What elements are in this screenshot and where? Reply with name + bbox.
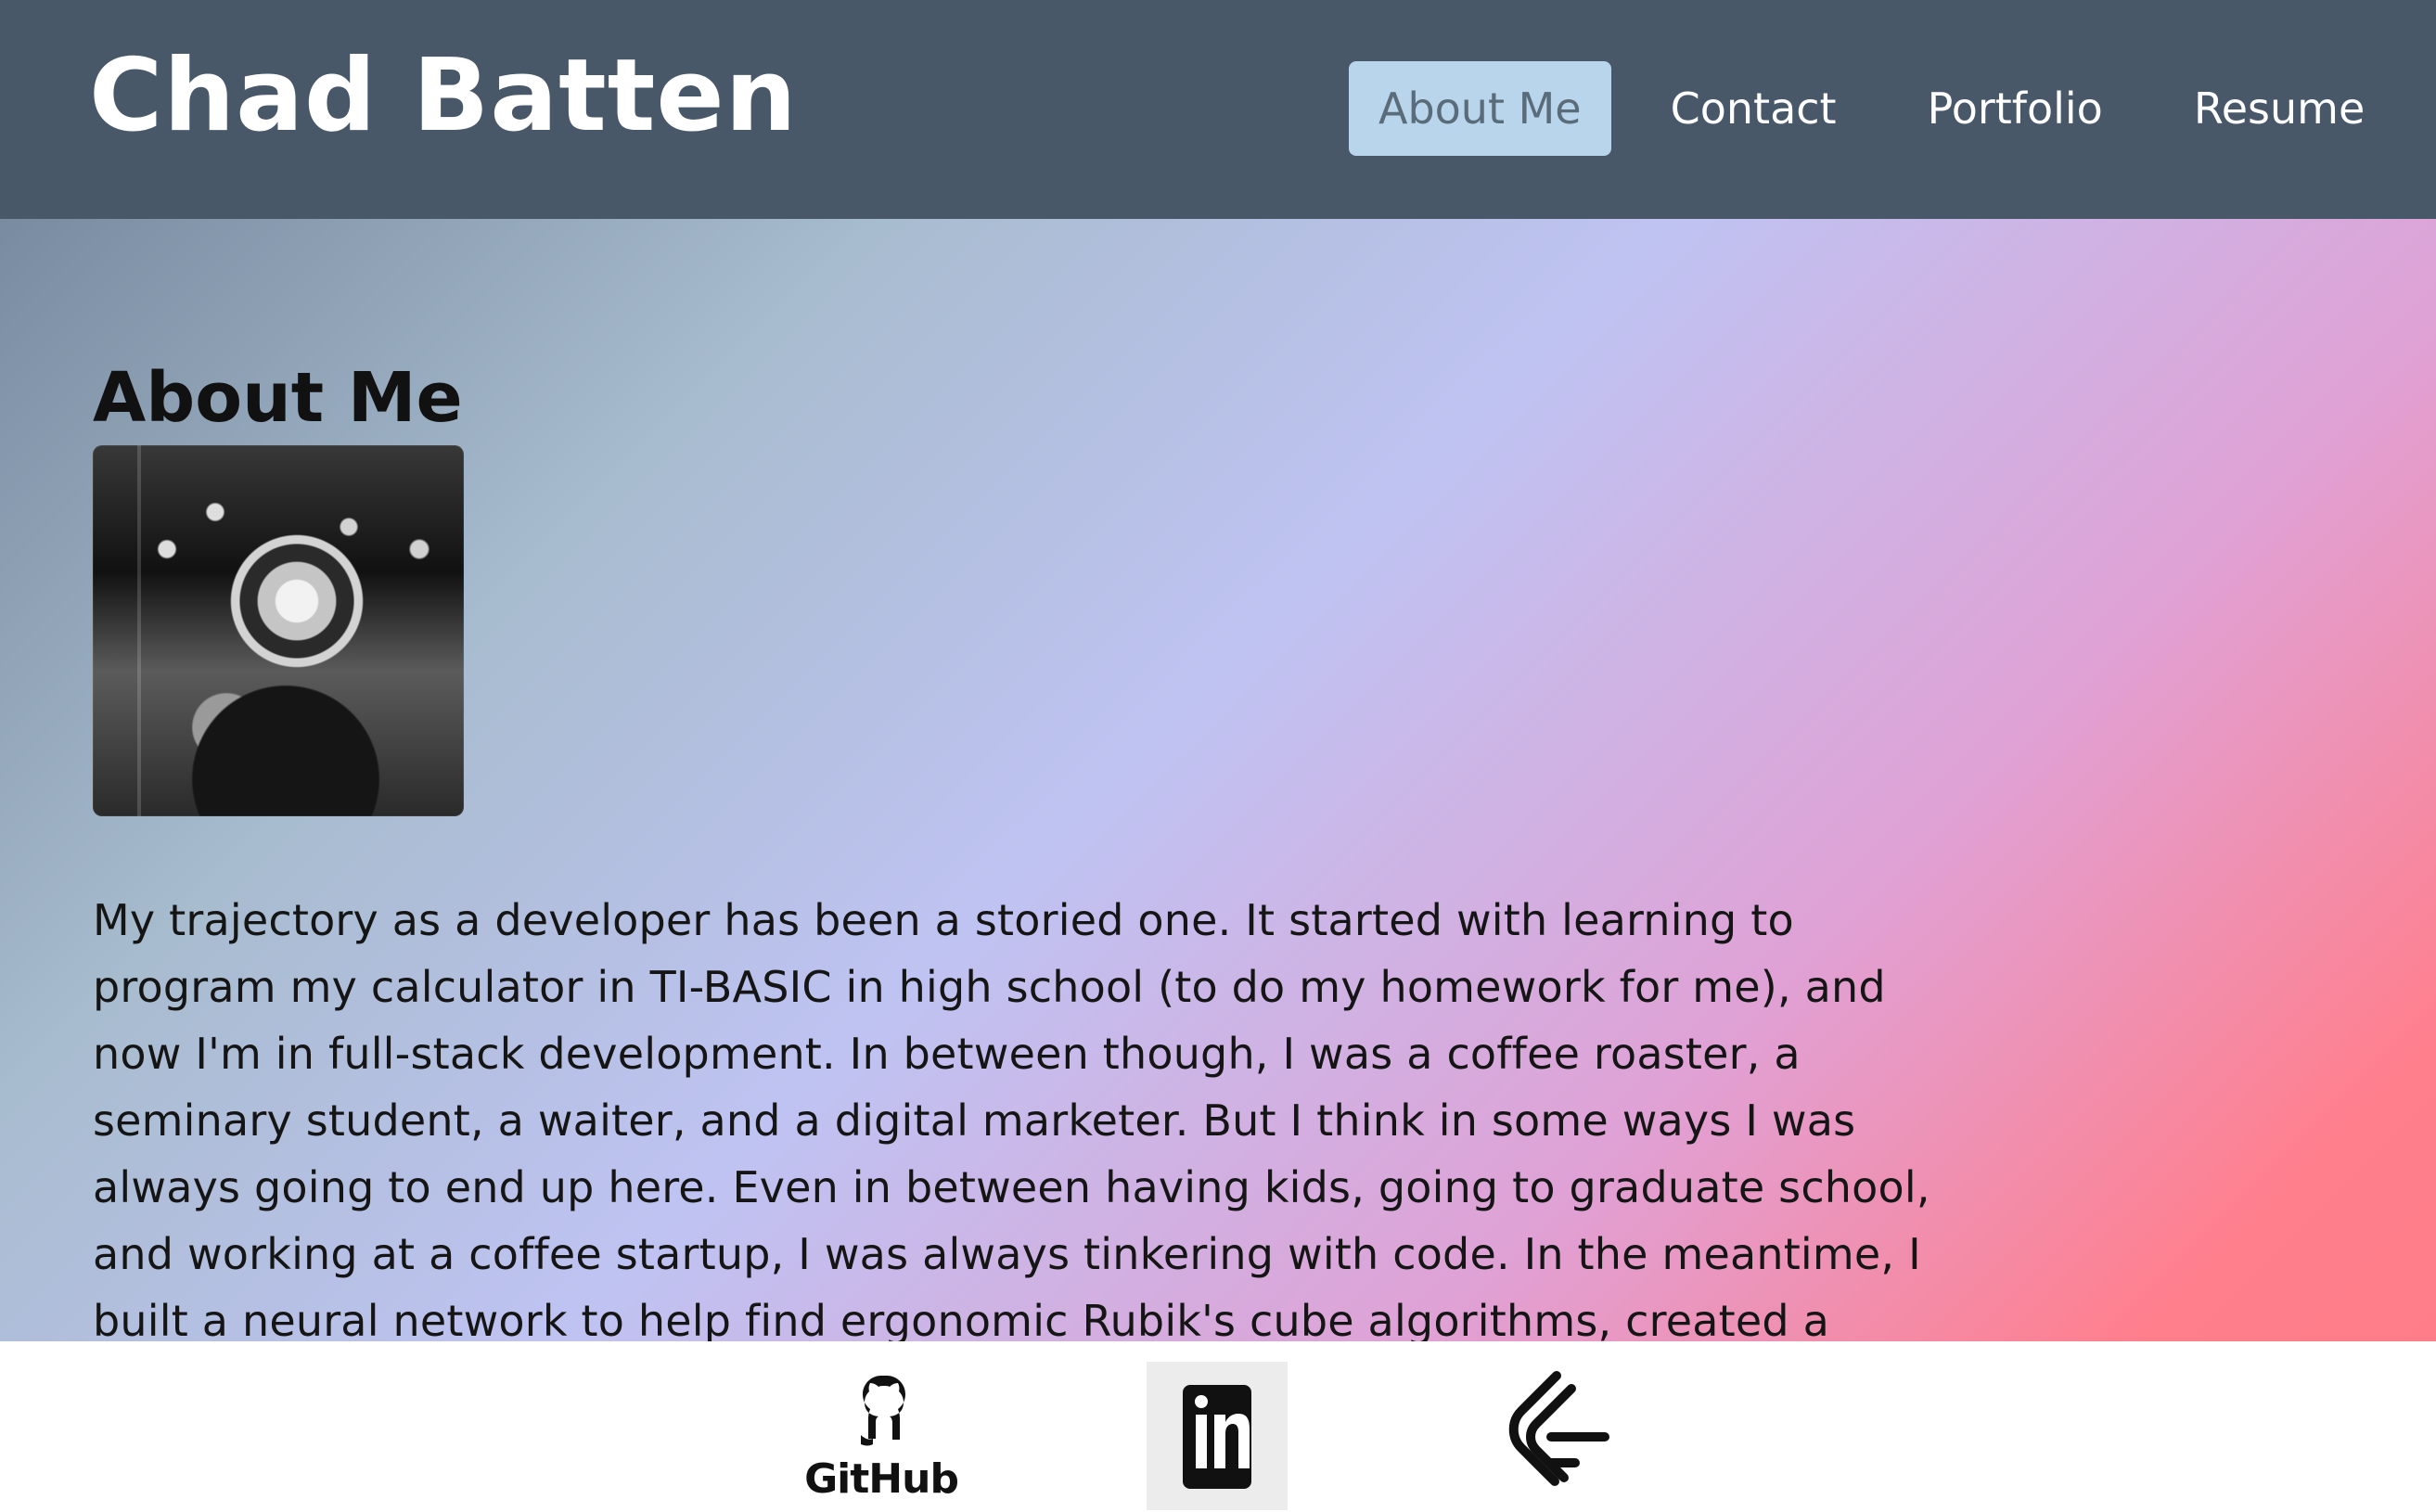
site-title: Chad Batten [89,38,798,154]
codepen-icon [1508,1371,1609,1486]
header: Chad Batten About Me Contact Portfolio R… [0,0,2436,219]
github-label: GitHub [804,1455,959,1503]
page-title: About Me [93,357,463,438]
linkedin-link[interactable] [1147,1362,1288,1510]
codepen-link[interactable] [1488,1362,1618,1510]
github-link[interactable]: GitHub [804,1362,959,1510]
profile-photo [93,445,464,816]
nav-about-me[interactable]: About Me [1349,61,1611,156]
github-icon [861,1376,905,1446]
nav-contact[interactable]: Contact [1639,61,1868,156]
linkedin-icon [1183,1385,1251,1489]
nav-resume[interactable]: Resume [2162,61,2396,156]
main-nav: About Me Contact Portfolio Resume [1349,61,2396,156]
nav-portfolio[interactable]: Portfolio [1896,61,2135,156]
